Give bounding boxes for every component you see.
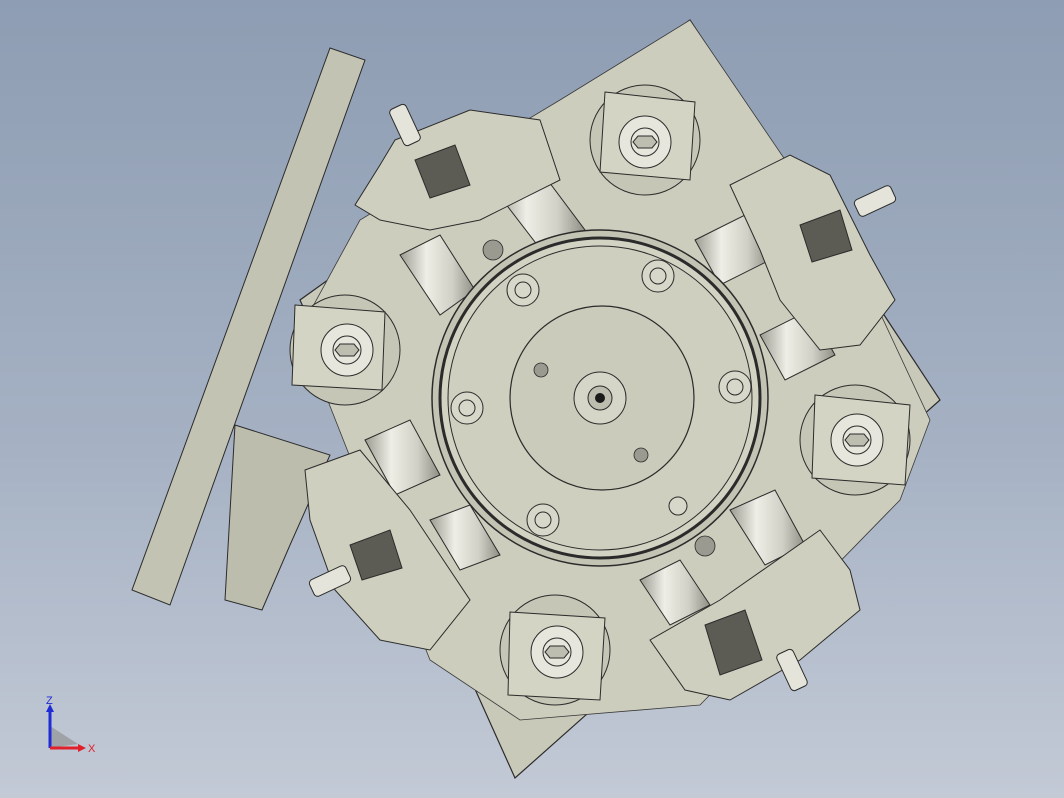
x-axis-arrow [78,744,86,752]
coordinate-triad: Z X [46,696,96,755]
cad-viewport[interactable]: Z X [0,0,1064,798]
fixture-assembly-model[interactable] [0,0,1064,798]
center-hole [595,393,605,403]
z-axis-label: Z [46,696,53,707]
triad-plane [50,726,78,748]
x-axis-label: X [88,743,96,755]
